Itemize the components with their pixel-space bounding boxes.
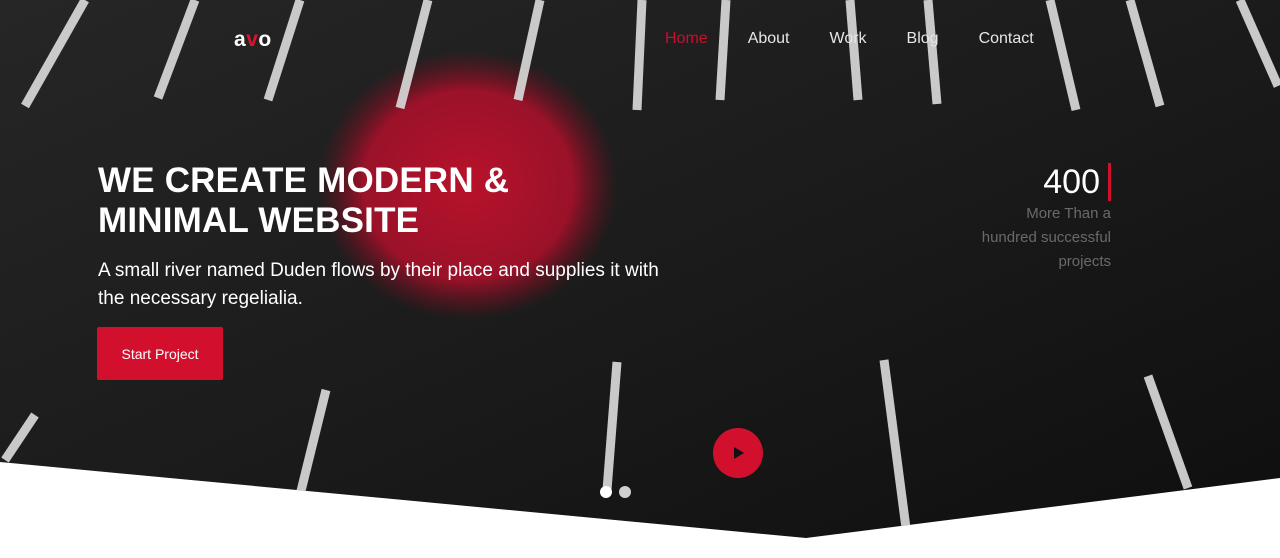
- stat-description: More Than a hundred successful projects: [961, 202, 1111, 274]
- nav-item-contact[interactable]: Contact: [979, 30, 1034, 48]
- main-nav: Home About Work Blog Contact: [665, 30, 1034, 48]
- stat-number: 400: [1043, 163, 1100, 201]
- stat-text-line1: More Than a: [1026, 205, 1111, 222]
- logo-text-o: o: [258, 28, 272, 51]
- play-icon: [734, 447, 744, 459]
- slider-dot-1[interactable]: [600, 486, 612, 498]
- nav-item-home[interactable]: Home: [665, 30, 708, 48]
- logo-text-a: a: [234, 28, 247, 51]
- hero-headline-line1: WE CREATE MODERN &: [98, 161, 510, 200]
- play-video-button[interactable]: [713, 428, 763, 478]
- stat-block: 400 More Than a hundred successful proje…: [911, 162, 1111, 274]
- nav-item-work[interactable]: Work: [830, 30, 867, 48]
- hero-section: avo Home About Work Blog Contact WE CREA…: [0, 0, 1280, 558]
- nav-item-about[interactable]: About: [748, 30, 790, 48]
- logo-text-v: v: [246, 28, 259, 51]
- slider-dots: [600, 486, 631, 498]
- hero-subtitle: A small river named Duden flows by their…: [98, 260, 659, 309]
- stat-text-line3: projects: [1058, 253, 1111, 270]
- stat-number-row: 400: [911, 162, 1111, 202]
- hero-headline-line2: MINIMAL WEBSITE: [98, 201, 420, 240]
- stat-text-line2: hundred successful: [981, 229, 1111, 246]
- nav-item-blog[interactable]: Blog: [907, 30, 939, 48]
- stat-accent-bar: [1108, 163, 1111, 201]
- hero-headline: WE CREATE MODERN & MINIMAL WEBSITE: [98, 161, 658, 241]
- brand-logo[interactable]: avo: [234, 28, 272, 52]
- start-project-button[interactable]: Start Project: [97, 327, 223, 380]
- slider-dot-2[interactable]: [619, 486, 631, 498]
